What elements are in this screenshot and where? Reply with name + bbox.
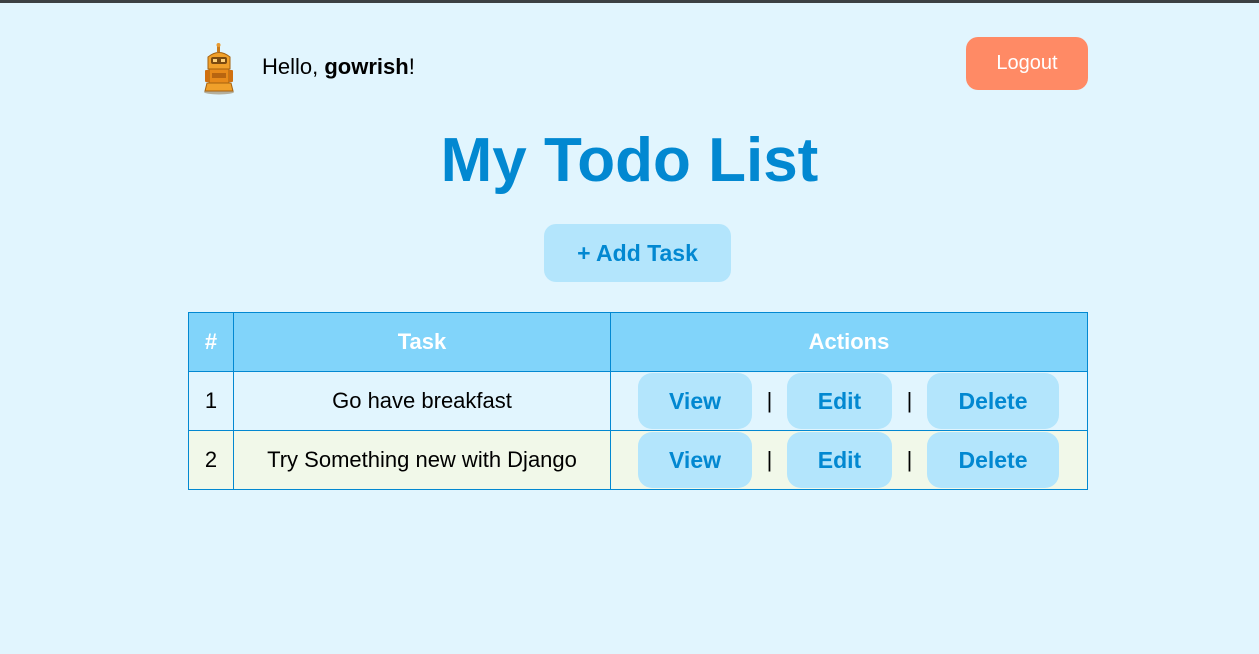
row-number: 1: [188, 371, 234, 431]
delete-button[interactable]: Delete: [927, 432, 1059, 488]
column-header-number: #: [188, 312, 234, 372]
table-row: 1 Go have breakfast View | Edit | Delete: [188, 371, 1088, 431]
page-title: My Todo List: [440, 126, 819, 195]
action-separator: |: [906, 447, 913, 472]
todo-table: # Task Actions 1 Go have breakfast View …: [188, 312, 1088, 490]
row-actions: View | Edit | Delete: [610, 430, 1088, 490]
table-row: 2 Try Something new with Django View | E…: [188, 430, 1088, 490]
row-actions: View | Edit | Delete: [610, 371, 1088, 431]
task-title: Try Something new with Django: [233, 430, 611, 490]
delete-button[interactable]: Delete: [927, 373, 1059, 429]
task-title: Go have breakfast: [233, 371, 611, 431]
greeting-suffix: !: [408, 54, 415, 79]
robot-avatar-icon: [204, 43, 234, 95]
edit-button[interactable]: Edit: [787, 373, 892, 429]
edit-button[interactable]: Edit: [787, 432, 892, 488]
logout-button[interactable]: Logout: [966, 37, 1088, 90]
user-greeting-area: Hello, gowrish!: [200, 43, 415, 95]
view-button[interactable]: View: [638, 373, 752, 429]
table-header-row: # Task Actions: [188, 312, 1088, 372]
greeting-text: Hello, gowrish!: [262, 54, 415, 80]
view-button[interactable]: View: [638, 432, 752, 488]
row-number: 2: [188, 430, 234, 490]
column-header-task: Task: [233, 312, 611, 372]
add-task-button[interactable]: + Add Task: [544, 224, 731, 282]
column-header-actions: Actions: [610, 312, 1088, 372]
greeting-prefix: Hello,: [262, 54, 325, 79]
top-bar: Hello, gowrish! Logout: [188, 37, 1088, 95]
action-separator: |: [766, 447, 773, 472]
action-separator: |: [766, 388, 773, 413]
username: gowrish: [324, 54, 409, 79]
action-separator: |: [906, 388, 913, 413]
